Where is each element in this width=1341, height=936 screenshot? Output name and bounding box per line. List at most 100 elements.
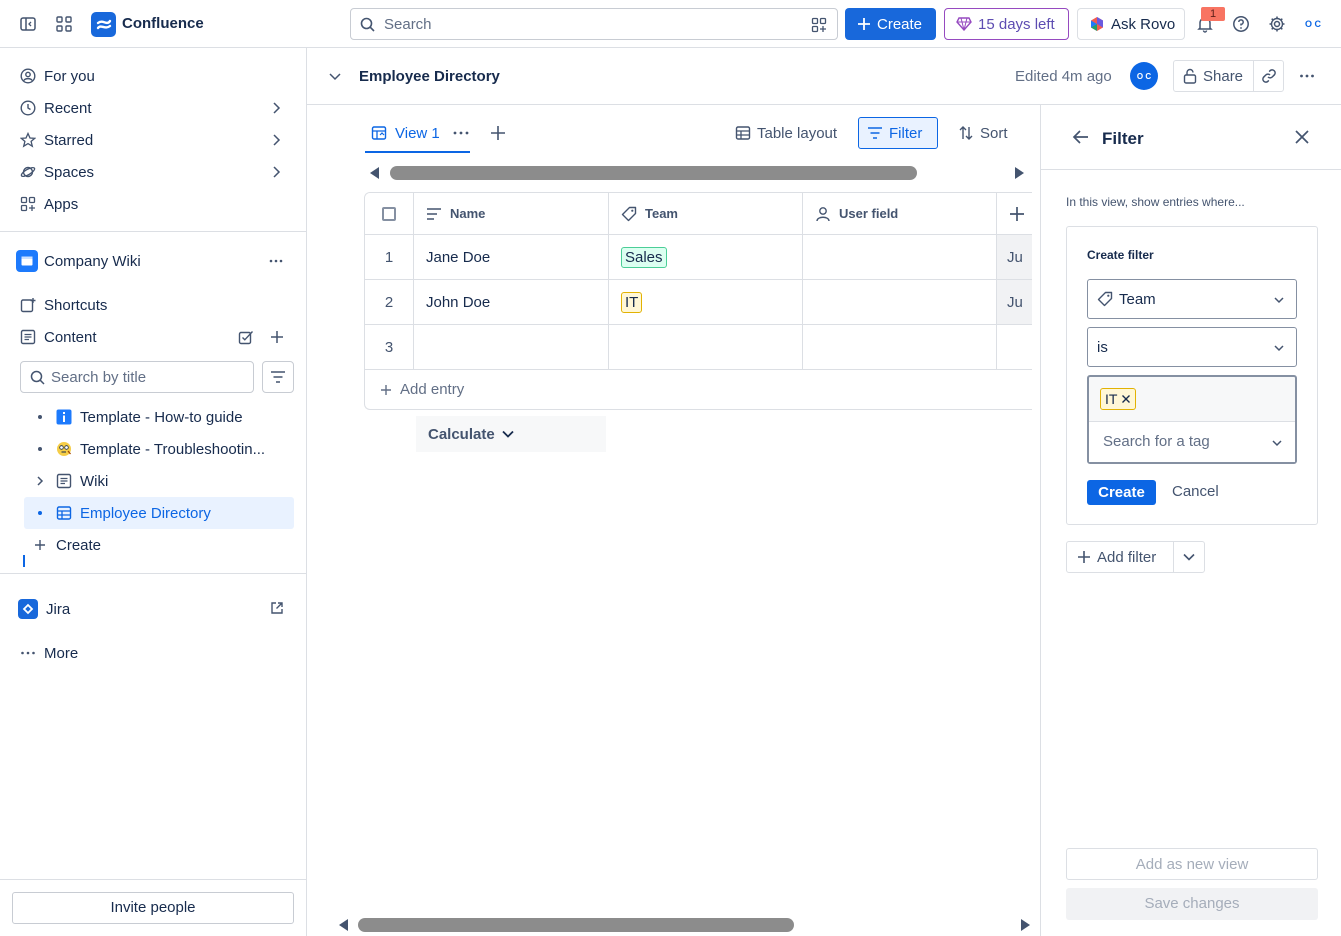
- chevron-right-icon[interactable]: [268, 164, 284, 180]
- table-layout-button[interactable]: Table layout: [727, 117, 845, 149]
- search-by-title-input[interactable]: Search by title: [20, 361, 254, 393]
- table-cell-user-field[interactable]: [803, 280, 997, 325]
- tree-create-button[interactable]: Create: [24, 529, 294, 561]
- copy-link-button[interactable]: [1253, 60, 1284, 92]
- column-header-label: User field: [839, 206, 899, 221]
- search-placeholder: Search: [384, 16, 432, 33]
- app-switcher-icon[interactable]: [52, 12, 76, 36]
- ask-rovo-button[interactable]: Ask Rovo: [1077, 8, 1185, 40]
- sidebar-item-content[interactable]: Content: [12, 321, 294, 353]
- add-content-icon[interactable]: [269, 329, 285, 345]
- chevron-down-icon: [1272, 341, 1286, 355]
- table-cell-user-field[interactable]: [803, 325, 997, 370]
- table-cell-name[interactable]: John Doe: [414, 280, 609, 325]
- more-options-icon[interactable]: [268, 253, 284, 269]
- table-cell-team[interactable]: IT: [609, 280, 803, 325]
- sidebar-item-for-you[interactable]: For you: [12, 60, 294, 92]
- add-entry-button[interactable]: Add entry: [380, 381, 464, 398]
- confluence-logo-icon[interactable]: [91, 12, 116, 37]
- help-icon[interactable]: [1229, 12, 1253, 36]
- plus-icon: [380, 384, 392, 396]
- more-actions-icon[interactable]: [1299, 68, 1315, 84]
- plus-icon: [1009, 206, 1025, 222]
- chevron-right-icon[interactable]: [268, 132, 284, 148]
- add-filter-dropdown[interactable]: [1173, 541, 1205, 573]
- table-cell-team[interactable]: Sales: [609, 235, 803, 280]
- table-cell-team[interactable]: [609, 325, 803, 370]
- trial-days-button[interactable]: 15 days left: [944, 8, 1069, 40]
- database-icon: [56, 505, 72, 521]
- add-as-new-view-button[interactable]: Add as new view: [1066, 848, 1318, 880]
- add-column-button[interactable]: [997, 193, 1032, 235]
- chevron-right-icon[interactable]: [34, 475, 46, 487]
- scroll-right-arrow-icon[interactable]: [1014, 166, 1026, 180]
- external-link-icon[interactable]: [270, 601, 284, 615]
- search-filters-icon[interactable]: [811, 17, 827, 33]
- settings-icon[interactable]: [1265, 12, 1289, 36]
- invite-people-button[interactable]: Invite people: [12, 892, 294, 924]
- collapse-chevron-icon[interactable]: [327, 68, 343, 84]
- sort-button[interactable]: Sort: [950, 117, 1016, 149]
- scroll-left-arrow-icon[interactable]: [337, 918, 349, 932]
- filter-button[interactable]: Filter: [858, 117, 938, 149]
- app-name[interactable]: Confluence: [122, 15, 204, 32]
- filter-field-select[interactable]: Team: [1087, 279, 1297, 319]
- table-cell-truncated[interactable]: Ju: [997, 280, 1032, 325]
- tree-item-how-to-guide[interactable]: Template - How-to guide: [24, 401, 294, 433]
- tree-item-troubleshooting[interactable]: Template - Troubleshootin...: [24, 433, 294, 465]
- remove-tag-icon[interactable]: [1121, 394, 1131, 404]
- sidebar-item-apps[interactable]: Apps: [12, 188, 294, 220]
- tree-item-wiki[interactable]: Wiki: [24, 465, 294, 497]
- sidebar-item-jira[interactable]: Jira: [12, 593, 294, 625]
- close-icon[interactable]: [1294, 129, 1310, 145]
- share-button[interactable]: Share: [1173, 60, 1254, 92]
- view-more-icon[interactable]: [452, 125, 470, 141]
- filter-tag-selector[interactable]: IT Search for a tag: [1087, 375, 1297, 464]
- add-filter-button[interactable]: Add filter: [1066, 541, 1174, 573]
- notification-badge: 1: [1201, 7, 1225, 21]
- clock-icon: [20, 100, 36, 116]
- select-all-checkbox[interactable]: [382, 206, 396, 221]
- select-checkbox-icon[interactable]: [238, 329, 254, 345]
- cancel-filter-button[interactable]: Cancel: [1172, 483, 1219, 500]
- calculate-button[interactable]: Calculate: [416, 416, 606, 452]
- content-filter-button[interactable]: [262, 361, 294, 393]
- shortcuts-label: Shortcuts: [44, 296, 108, 314]
- page-title: Employee Directory: [359, 68, 500, 85]
- page-header: Employee Directory Edited 4m ago O C Sha…: [307, 48, 1341, 105]
- profile-avatar[interactable]: O C: [1301, 12, 1325, 36]
- sidebar-item-recent[interactable]: Recent: [12, 92, 294, 124]
- create-button[interactable]: Create: [845, 8, 936, 40]
- column-header-team[interactable]: Team: [609, 193, 803, 235]
- tab-view-1[interactable]: View 1: [365, 115, 470, 153]
- link-icon: [1261, 68, 1277, 84]
- avatar[interactable]: O C: [1130, 62, 1158, 90]
- scroll-right-arrow-icon[interactable]: [1020, 918, 1032, 932]
- column-header-name[interactable]: Name: [414, 193, 609, 235]
- table-cell-name[interactable]: [414, 325, 609, 370]
- save-changes-button[interactable]: Save changes: [1066, 888, 1318, 920]
- chevron-right-icon[interactable]: [268, 100, 284, 116]
- table-cell-truncated[interactable]: [997, 325, 1032, 370]
- table-cell-user-field[interactable]: [803, 235, 997, 280]
- global-search-input[interactable]: Search: [350, 8, 838, 40]
- sidebar-item-starred[interactable]: Starred: [12, 124, 294, 156]
- tree-item-employee-directory[interactable]: Employee Directory: [24, 497, 294, 529]
- space-company-wiki[interactable]: Company Wiki: [12, 245, 294, 277]
- scroll-left-arrow-icon[interactable]: [368, 166, 380, 180]
- add-view-icon[interactable]: [489, 124, 507, 142]
- sidebar-toggle-icon[interactable]: [16, 12, 40, 36]
- page-horizontal-scrollbar[interactable]: [358, 918, 794, 932]
- tag-search-input[interactable]: Search for a tag: [1089, 421, 1295, 462]
- sidebar-item-more[interactable]: More: [12, 637, 294, 669]
- column-header-user-field[interactable]: User field: [803, 193, 997, 235]
- filter-operator-select[interactable]: is: [1087, 327, 1297, 367]
- table-cell-truncated[interactable]: Ju: [997, 235, 1032, 280]
- create-filter-button[interactable]: Create: [1087, 480, 1156, 505]
- table-horizontal-scrollbar[interactable]: [390, 166, 917, 180]
- back-arrow-icon[interactable]: [1072, 129, 1090, 145]
- sidebar-item-shortcuts[interactable]: Shortcuts: [12, 289, 294, 321]
- sidebar-item-spaces[interactable]: Spaces: [12, 156, 294, 188]
- edited-timestamp[interactable]: Edited 4m ago: [1015, 68, 1112, 85]
- table-cell-name[interactable]: Jane Doe: [414, 235, 609, 280]
